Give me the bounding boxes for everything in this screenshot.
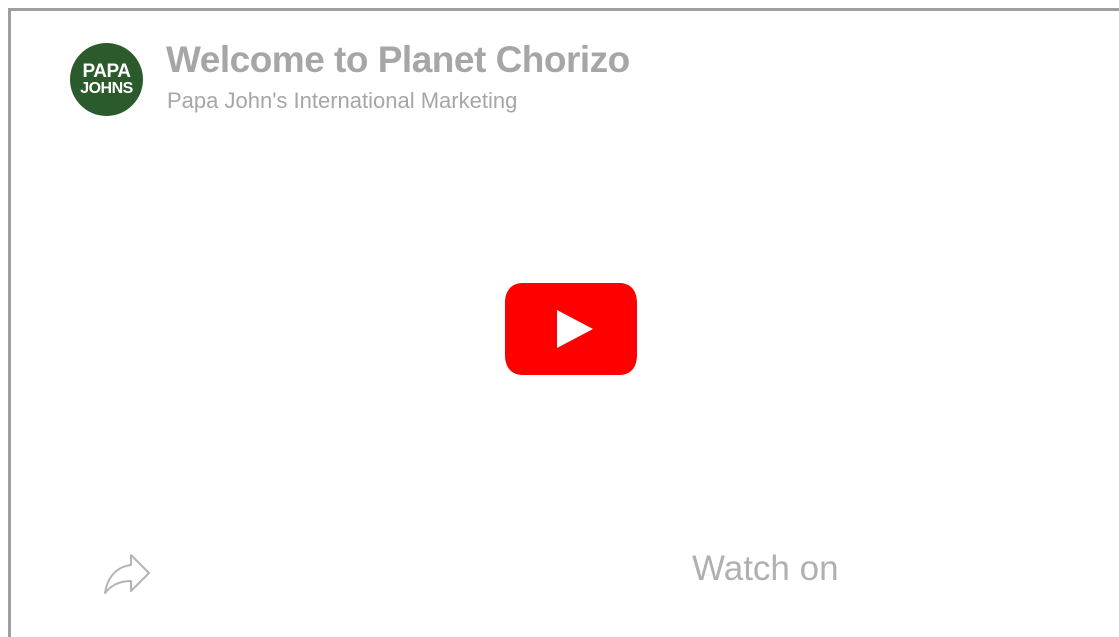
share-button[interactable]	[101, 549, 153, 597]
logo-text-line1: PAPA	[82, 60, 131, 82]
channel-name[interactable]: Papa John's International Marketing	[167, 88, 517, 114]
play-button[interactable]	[503, 281, 639, 377]
youtube-play-icon	[505, 283, 637, 375]
video-title[interactable]: Welcome to Planet Chorizo	[166, 39, 630, 81]
logo-text-line2: JOHNS	[80, 79, 133, 97]
channel-avatar[interactable]: PAPA JOHNS	[70, 43, 143, 116]
share-arrow-icon	[104, 554, 150, 594]
watch-on-youtube-link[interactable]: Watch on	[692, 549, 839, 589]
video-embed-frame: PAPA JOHNS Welcome to Planet Chorizo Pap…	[8, 8, 1119, 637]
